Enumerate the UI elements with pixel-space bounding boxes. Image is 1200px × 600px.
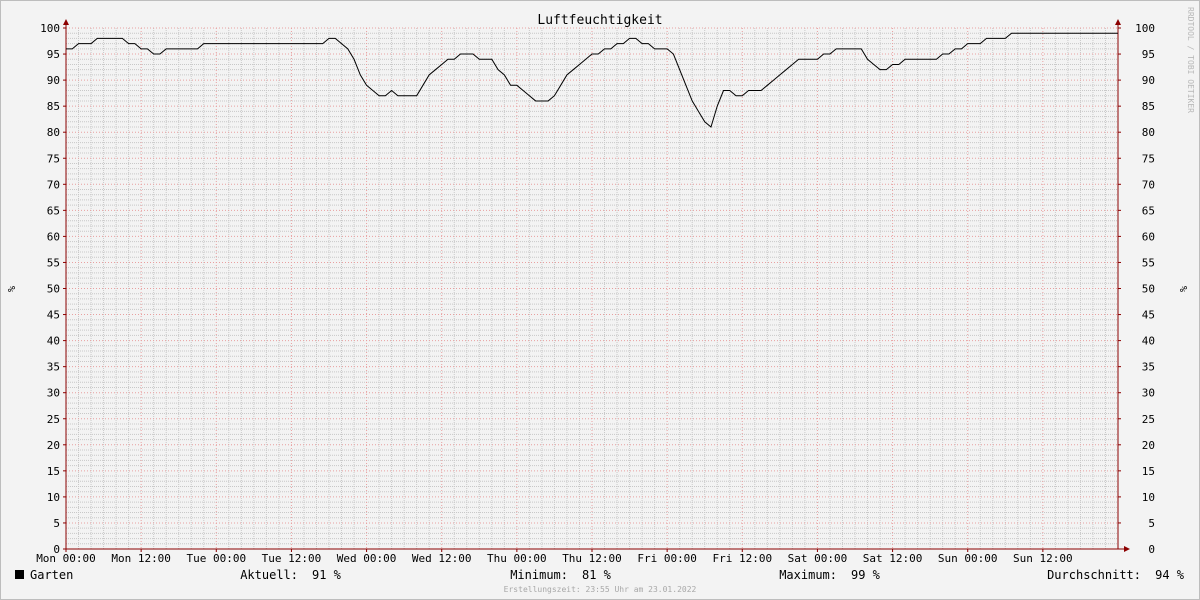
humidity-chart: 0 05 510 1015 1520 2025 2530 3035 3540 4045 4550 50… [5, 7, 1195, 594]
x-tick-label: Fri 00:00 [637, 552, 697, 565]
x-tick-label: Tue 12:00 [262, 552, 322, 565]
y-tick-label-left: 40 [47, 335, 60, 348]
legend-maximum-label: Maximum: [779, 568, 837, 582]
y-tick-label-left: 55 [47, 256, 60, 269]
y-tick-label-left: 5 [53, 517, 60, 530]
x-tick-label: Thu 12:00 [562, 552, 622, 565]
legend-aktuell-label: Aktuell: [240, 568, 298, 582]
x-tick-label: Mon 00:00 [36, 552, 96, 565]
y-tick-label-right: 65 [1142, 204, 1155, 217]
y-tick-label-right: 75 [1142, 152, 1155, 165]
y-tick-label-left: 95 [47, 48, 60, 61]
legend-durchschnitt-value: 94 % [1155, 568, 1185, 582]
x-tick-label: Fri 12:00 [712, 552, 772, 565]
x-tick-label: Wed 00:00 [337, 552, 397, 565]
axis-layer [63, 19, 1130, 552]
y-tick-label-left: 65 [47, 204, 60, 217]
y-axis-arrow-right [1115, 19, 1121, 25]
x-tick-label: Sun 00:00 [938, 552, 998, 565]
legend-durchschnitt-label: Durchschnitt: [1047, 568, 1141, 582]
y-tick-label-right: 50 [1142, 283, 1155, 296]
y-tick-label-left: 100 [40, 22, 60, 35]
legend-minimum-label: Minimum: [510, 568, 568, 582]
y-tick-label-right: 80 [1142, 126, 1155, 139]
y-tick-label-left: 90 [47, 74, 60, 87]
x-tick-label: Sat 00:00 [788, 552, 848, 565]
y-tick-label-right: 20 [1142, 439, 1155, 452]
y-tick-label-right: 60 [1142, 230, 1155, 243]
y-tick-label-right: 85 [1142, 100, 1155, 113]
y-tick-label-right: 100 [1135, 22, 1155, 35]
y-tick-label-left: 60 [47, 230, 60, 243]
legend-swatch [15, 570, 24, 579]
y-tick-label-left: 80 [47, 126, 60, 139]
y-tick-label-right: 10 [1142, 491, 1155, 504]
y-tick-label-right: 95 [1142, 48, 1155, 61]
footer-timestamp: Erstellungszeit: 23:55 Uhr am 23.01.2022 [504, 585, 697, 594]
legend-series-label: Garten [30, 568, 73, 582]
y-tick-label-left: 75 [47, 152, 60, 165]
legend-minimum-value: 81 % [582, 568, 612, 582]
y-tick-label-right: 70 [1142, 178, 1155, 191]
y-tick-label-right: 25 [1142, 413, 1155, 426]
x-tick-label: Thu 00:00 [487, 552, 547, 565]
y-axis-label-left: % [5, 286, 16, 292]
x-tick-label: Wed 12:00 [412, 552, 472, 565]
y-tick-label-right: 45 [1142, 309, 1155, 322]
y-tick-label-left: 45 [47, 309, 60, 322]
y-tick-label-left: 70 [47, 178, 60, 191]
y-tick-label-left: 50 [47, 283, 60, 296]
y-tick-label-right: 5 [1148, 517, 1155, 530]
y-tick-label-left: 85 [47, 100, 60, 113]
y-tick-label-right: 30 [1142, 387, 1155, 400]
y-tick-label-left: 35 [47, 361, 60, 374]
chart-title: Luftfeuchtigkeit [537, 13, 662, 28]
y-tick-label-right: 55 [1142, 256, 1155, 269]
watermark: RRDTOOL / TOBI OETIKER [1186, 7, 1195, 113]
y-tick-label-right: 0 [1148, 543, 1155, 556]
x-axis-arrow [1124, 546, 1130, 552]
x-tick-label: Tue 00:00 [186, 552, 246, 565]
y-tick-label-left: 30 [47, 387, 60, 400]
y-axis-arrow-left [63, 19, 69, 25]
y-tick-label-left: 20 [47, 439, 60, 452]
grid-layer [66, 27, 1118, 549]
y-tick-label-right: 35 [1142, 361, 1155, 374]
y-tick-label-right: 15 [1142, 465, 1155, 478]
legend-aktuell-value: 91 % [312, 568, 342, 582]
y-tick-label-left: 25 [47, 413, 60, 426]
x-tick-label: Sun 12:00 [1013, 552, 1073, 565]
y-tick-label-left: 10 [47, 491, 60, 504]
legend-maximum-value: 99 % [851, 568, 881, 582]
x-tick-label: Mon 12:00 [111, 552, 171, 565]
y-tick-label-left: 15 [47, 465, 60, 478]
y-tick-label-right: 40 [1142, 335, 1155, 348]
y-tick-label-right: 90 [1142, 74, 1155, 87]
x-tick-label: Sat 12:00 [863, 552, 923, 565]
y-axis-label-right: % [1177, 286, 1188, 292]
